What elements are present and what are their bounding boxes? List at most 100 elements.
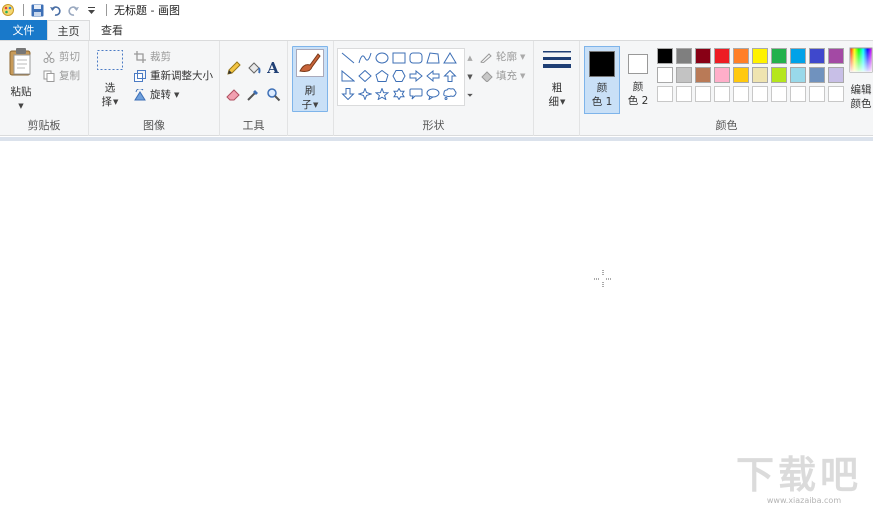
rounded-callout-shape-icon[interactable] (408, 87, 424, 101)
magnifier-icon[interactable] (264, 85, 282, 103)
custom-color-swatch[interactable] (790, 86, 806, 102)
cloud-callout-shape-icon[interactable] (442, 87, 458, 101)
colors-group: 颜 色 1 颜 色 2 编辑 颜色 颜色 (580, 41, 873, 136)
rounded-rectangle-shape-icon[interactable] (408, 51, 424, 65)
text-icon[interactable]: A (264, 59, 282, 77)
palette-color-swatch[interactable] (695, 48, 711, 64)
tools-group-label: 工具 (242, 119, 265, 132)
palette-color-swatch[interactable] (828, 48, 844, 64)
save-icon[interactable] (29, 2, 45, 18)
scroll-up-icon[interactable]: ▲ (465, 48, 475, 67)
pentagon-shape-icon[interactable] (374, 69, 390, 83)
color-wheel-icon (849, 47, 873, 77)
rotate-button[interactable]: 旋转 ▼ (133, 87, 179, 102)
custom-color-swatch[interactable] (714, 86, 730, 102)
custom-color-swatch[interactable] (676, 86, 692, 102)
palette-color-swatch[interactable] (733, 67, 749, 83)
size-button[interactable]: 粗 细 ▼ (539, 49, 575, 109)
palette-color-swatch[interactable] (790, 48, 806, 64)
resize-button[interactable]: 重新调整大小 (133, 68, 213, 83)
line-shape-icon[interactable] (340, 51, 356, 65)
image-group: 选 择 ▼ 裁剪 重新调整大小 旋转 ▼ 图像 (89, 41, 220, 136)
palette-color-swatch[interactable] (771, 67, 787, 83)
scroll-down-icon[interactable]: ▼ (465, 67, 475, 86)
edit-colors-button[interactable]: 编辑 颜色 (846, 47, 873, 111)
tab-home[interactable]: 主页 (47, 20, 90, 40)
watermark-logo: 下载吧 www.xiazaiba.com (736, 452, 872, 510)
color1-button[interactable]: 颜 色 1 (584, 46, 620, 114)
crop-button[interactable]: 裁剪 (133, 49, 171, 64)
polygon-shape-icon[interactable] (425, 51, 441, 65)
hexagon-shape-icon[interactable] (391, 69, 407, 83)
custom-color-swatch[interactable] (771, 86, 787, 102)
paste-icon (8, 47, 34, 81)
curve-shape-icon[interactable] (357, 51, 373, 65)
outline-icon (479, 50, 493, 64)
size-label-1: 粗 (551, 82, 563, 94)
palette-color-swatch[interactable] (676, 67, 692, 83)
shapes-gallery-scroll: ▲ ▼ ⏷ (465, 48, 475, 106)
undo-icon[interactable] (47, 2, 63, 18)
customize-dropdown-icon[interactable] (83, 2, 99, 18)
custom-color-swatch[interactable] (809, 86, 825, 102)
outline-button[interactable]: 轮廓 ▼ (479, 49, 525, 64)
size-dropdown-icon: ▼ (560, 98, 566, 106)
line-width-icon (542, 49, 572, 79)
paint-app-icon[interactable] (0, 2, 16, 18)
select-button[interactable]: 选 择 ▼ (95, 49, 125, 109)
copy-button[interactable]: 复制 (42, 68, 80, 83)
palette-color-swatch[interactable] (809, 48, 825, 64)
up-arrow-shape-icon[interactable] (442, 69, 458, 83)
custom-color-swatch[interactable] (828, 86, 844, 102)
custom-color-swatch[interactable] (733, 86, 749, 102)
palette-color-swatch[interactable] (714, 48, 730, 64)
palette-color-swatch[interactable] (657, 48, 673, 64)
palette-color-swatch[interactable] (657, 67, 673, 83)
palette-color-swatch[interactable] (790, 67, 806, 83)
five-point-star-shape-icon[interactable] (374, 87, 390, 101)
six-point-star-shape-icon[interactable] (391, 87, 407, 101)
palette-color-swatch[interactable] (828, 67, 844, 83)
select-label-1: 选 (104, 82, 116, 94)
down-arrow-shape-icon[interactable] (340, 87, 356, 101)
custom-color-swatch[interactable] (657, 86, 673, 102)
fill-button[interactable]: 填充 ▼ (479, 68, 525, 83)
cut-button[interactable]: 剪切 (42, 49, 80, 64)
left-arrow-shape-icon[interactable] (425, 69, 441, 83)
redo-icon[interactable] (65, 2, 81, 18)
four-point-star-shape-icon[interactable] (357, 87, 373, 101)
palette-color-swatch[interactable] (752, 48, 768, 64)
brushes-button[interactable]: 刷 子 ▼ (292, 46, 328, 112)
triangle-shape-icon[interactable] (442, 51, 458, 65)
fill-icon[interactable] (244, 59, 262, 77)
eraser-icon[interactable] (224, 85, 242, 103)
quick-access-toolbar (0, 0, 112, 20)
title-bar: 无标题 - 画图 (0, 0, 873, 20)
rectangle-shape-icon[interactable] (391, 51, 407, 65)
cut-label: 剪切 (59, 51, 80, 63)
custom-color-swatch[interactable] (752, 86, 768, 102)
palette-color-swatch[interactable] (733, 48, 749, 64)
palette-color-swatch[interactable] (771, 48, 787, 64)
tab-file[interactable]: 文件 (0, 20, 47, 40)
palette-color-swatch[interactable] (809, 67, 825, 83)
tab-view[interactable]: 查看 (90, 20, 134, 40)
rotate-icon (133, 88, 147, 102)
color2-button[interactable]: 颜 色 2 (622, 46, 654, 114)
diamond-shape-icon[interactable] (357, 69, 373, 83)
palette-color-swatch[interactable] (695, 67, 711, 83)
palette-color-swatch[interactable] (752, 67, 768, 83)
color2-swatch (628, 54, 648, 74)
outline-dropdown-icon: ▼ (520, 52, 526, 61)
oval-callout-shape-icon[interactable] (425, 87, 441, 101)
color-picker-icon[interactable] (244, 85, 262, 103)
pencil-icon[interactable] (224, 59, 242, 77)
right-triangle-shape-icon[interactable] (340, 69, 356, 83)
oval-shape-icon[interactable] (374, 51, 390, 65)
right-arrow-shape-icon[interactable] (408, 69, 424, 83)
gallery-expand-icon[interactable]: ⏷ (465, 86, 475, 105)
palette-color-swatch[interactable] (714, 67, 730, 83)
palette-color-swatch[interactable] (676, 48, 692, 64)
custom-color-swatch[interactable] (695, 86, 711, 102)
paste-button[interactable]: 粘贴 ▼ (4, 47, 38, 113)
